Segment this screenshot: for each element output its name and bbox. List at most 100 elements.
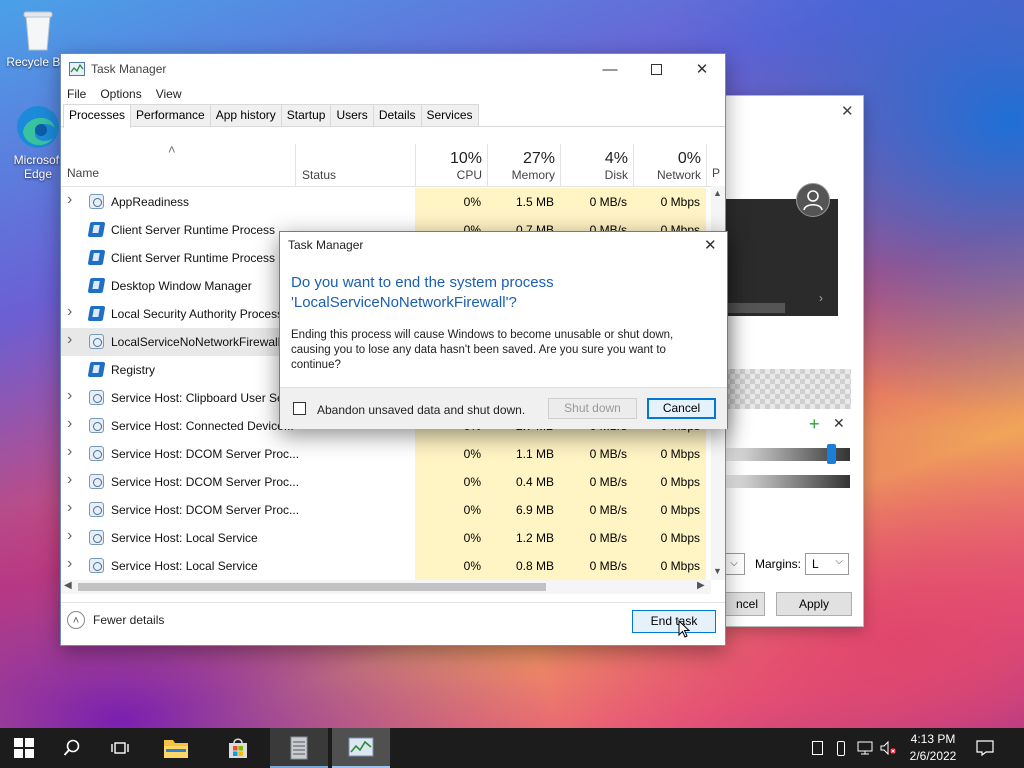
taskbar-app-server[interactable] bbox=[270, 728, 328, 768]
process-name: Service Host: DCOM Server Proc... bbox=[111, 447, 300, 461]
service-gear-icon bbox=[89, 502, 104, 517]
background-cancel-label: ncel bbox=[735, 597, 758, 611]
checkerboard-preview bbox=[725, 369, 851, 409]
maximize-button[interactable] bbox=[633, 54, 679, 84]
tab-startup[interactable]: Startup bbox=[280, 104, 332, 126]
tab-details[interactable]: Details bbox=[372, 104, 422, 126]
scroll-down-icon[interactable]: ▼ bbox=[713, 566, 722, 576]
process-disk-cell: 0 MB/s bbox=[560, 552, 633, 580]
network-label: Network bbox=[656, 168, 701, 182]
task-view-button[interactable] bbox=[96, 728, 144, 768]
process-cpu-cell: 0% bbox=[415, 440, 487, 468]
fewer-details-toggle[interactable]: ˄ Fewer details bbox=[67, 611, 164, 629]
column-power[interactable]: P bbox=[706, 144, 721, 186]
column-name[interactable]: Name bbox=[67, 166, 99, 180]
store-button[interactable] bbox=[214, 728, 262, 768]
expand-chevron-icon[interactable]: › bbox=[67, 191, 72, 209]
chevron-up-circle-icon: ˄ bbox=[67, 611, 85, 629]
column-disk[interactable]: 4% Disk bbox=[560, 144, 634, 186]
expand-chevron-icon[interactable]: › bbox=[67, 499, 72, 517]
menu-view[interactable]: View bbox=[156, 87, 182, 101]
expand-chevron-icon[interactable]: › bbox=[67, 415, 72, 433]
expand-chevron-icon[interactable]: › bbox=[67, 303, 72, 321]
preview-pane: › bbox=[725, 199, 838, 316]
dialog-cancel-label: Cancel bbox=[662, 401, 701, 415]
expand-chevron-icon[interactable]: › bbox=[67, 387, 72, 405]
footer-bar: ˄ Fewer details End task bbox=[61, 602, 725, 645]
store-icon bbox=[229, 738, 247, 758]
app-window-icon bbox=[87, 278, 106, 293]
tray-clipboard-icon[interactable] bbox=[808, 728, 826, 768]
shut-down-label: Shut down bbox=[564, 401, 621, 415]
process-memory-cell: 0.4 MB bbox=[487, 468, 560, 496]
slider-thumb[interactable] bbox=[827, 444, 836, 464]
background-close-icon[interactable]: ✕ bbox=[841, 102, 854, 120]
process-network-cell: 0 Mbps bbox=[633, 468, 706, 496]
task-manager-title: Task Manager bbox=[91, 62, 167, 76]
horizontal-scrollbar[interactable]: ◀ ▶ bbox=[61, 580, 711, 594]
background-apply-button[interactable]: Apply bbox=[776, 592, 852, 616]
cpu-percent: 10% bbox=[449, 150, 482, 167]
dialog-close-button[interactable]: ✕ bbox=[704, 236, 717, 254]
dropdown-partial[interactable]: ⌵ bbox=[723, 553, 745, 575]
process-row[interactable]: › Service Host: DCOM Server Proc... 0% 6.9 … bbox=[61, 496, 716, 524]
menu-file[interactable]: File bbox=[67, 87, 86, 101]
process-cpu-cell: 0% bbox=[415, 524, 487, 552]
scroll-right-icon[interactable]: ▶ bbox=[697, 580, 705, 591]
expand-chevron-icon[interactable]: › bbox=[67, 443, 72, 461]
clock[interactable]: 4:13 PM 2/6/2022 bbox=[904, 731, 962, 765]
process-name: LocalServiceNoNetworkFirewall bbox=[111, 335, 281, 349]
remove-icon[interactable]: ✕ bbox=[833, 415, 845, 432]
expand-chevron-icon[interactable]: › bbox=[67, 527, 72, 545]
process-row[interactable]: › Service Host: Local Service 0% 0.8 MB 0 MB… bbox=[61, 552, 716, 580]
minimize-icon: — bbox=[602, 60, 618, 78]
tray-network-icon[interactable] bbox=[855, 728, 875, 768]
close-button[interactable]: ✕ bbox=[679, 54, 725, 84]
minimize-button[interactable]: — bbox=[587, 54, 633, 84]
memory-percent: 27% bbox=[522, 150, 555, 167]
abandon-data-label[interactable]: Abandon unsaved data and shut down. bbox=[317, 403, 525, 417]
tab-processes[interactable]: Processes bbox=[63, 104, 132, 128]
scroll-left-icon[interactable]: ◀ bbox=[64, 580, 72, 591]
menu-options[interactable]: Options bbox=[100, 87, 141, 101]
dialog-close-icon: ✕ bbox=[704, 237, 717, 254]
power-label: P bbox=[712, 166, 721, 180]
end-task-button[interactable]: End task bbox=[632, 610, 716, 633]
close-icon: ✕ bbox=[695, 61, 709, 78]
scroll-up-icon[interactable]: ▲ bbox=[713, 188, 722, 198]
dialog-cancel-button[interactable]: Cancel bbox=[647, 398, 716, 419]
add-icon[interactable]: + bbox=[809, 414, 820, 435]
process-row[interactable]: › Service Host: Local Service 0% 1.2 MB 0 MB… bbox=[61, 524, 716, 552]
abandon-data-checkbox[interactable] bbox=[293, 402, 306, 415]
taskbar-app-task-manager[interactable] bbox=[332, 728, 390, 768]
slider-track-2[interactable] bbox=[725, 475, 850, 488]
disk-label: Disk bbox=[604, 168, 628, 182]
sort-chevron-up-icon: ˄ bbox=[168, 142, 176, 157]
expand-chevron-icon[interactable]: › bbox=[67, 331, 72, 349]
action-center-button[interactable] bbox=[970, 728, 1000, 768]
column-status[interactable]: Status bbox=[295, 144, 416, 186]
column-network[interactable]: 0% Network bbox=[633, 144, 707, 186]
tab-services[interactable]: Services bbox=[420, 104, 479, 126]
dialog-body: Ending this process will cause Windows t… bbox=[291, 329, 674, 371]
expand-chevron-icon[interactable]: › bbox=[67, 471, 72, 489]
expand-chevron-icon[interactable]: › bbox=[67, 555, 72, 573]
search-button[interactable] bbox=[48, 728, 96, 768]
process-row[interactable]: › AppReadiness 0% 1.5 MB 0 MB/s 0 Mbps bbox=[61, 188, 716, 216]
task-manager-titlebar[interactable]: Task Manager — ✕ bbox=[61, 54, 725, 84]
background-cancel-button[interactable]: ncel bbox=[721, 592, 765, 616]
tab-users[interactable]: Users bbox=[330, 104, 374, 126]
tab-performance[interactable]: Performance bbox=[130, 104, 211, 126]
process-row[interactable]: › Service Host: DCOM Server Proc... 0% 0.4 … bbox=[61, 468, 716, 496]
horizontal-scroll-thumb[interactable] bbox=[78, 583, 546, 591]
tray-usb-icon[interactable] bbox=[832, 728, 850, 768]
tray-volume-icon[interactable] bbox=[878, 728, 900, 768]
file-explorer-button[interactable] bbox=[152, 728, 200, 768]
column-memory[interactable]: 27% Memory bbox=[487, 144, 561, 186]
process-name: Client Server Runtime Process bbox=[111, 223, 276, 237]
column-cpu[interactable]: 10% CPU bbox=[415, 144, 488, 186]
process-row[interactable]: › Service Host: DCOM Server Proc... 0% 1.1 … bbox=[61, 440, 716, 468]
start-button[interactable] bbox=[0, 728, 48, 768]
margins-select[interactable]: L ⌵ bbox=[805, 553, 849, 575]
tab-app-history[interactable]: App history bbox=[209, 104, 282, 126]
